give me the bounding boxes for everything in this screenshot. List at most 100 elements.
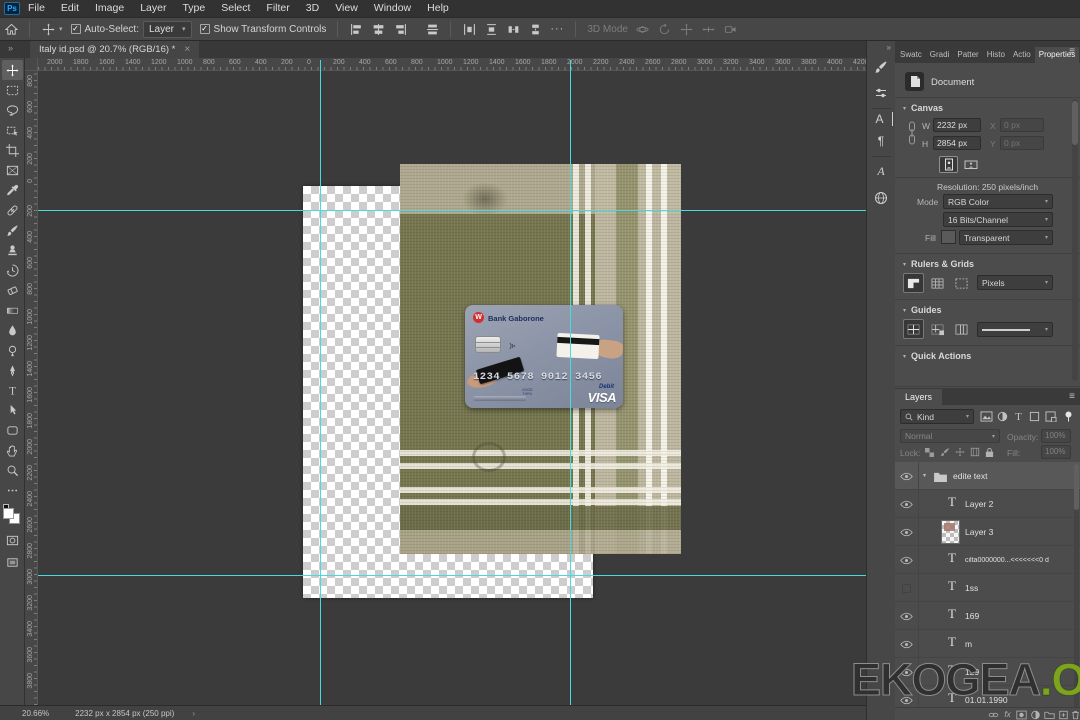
close-icon[interactable]: × xyxy=(184,44,190,55)
vertical-guide[interactable] xyxy=(320,60,321,705)
guide-style-dropdown[interactable]: ▾ xyxy=(977,322,1053,337)
screen-mode-button[interactable] xyxy=(2,552,23,572)
glyphs-panel-icon[interactable]: A xyxy=(870,160,893,183)
toggle-snap-button[interactable] xyxy=(951,273,972,293)
panel-menu-icon[interactable]: ≡ xyxy=(1069,391,1075,402)
move-tool[interactable] xyxy=(1,60,23,80)
lock-artboard-icon[interactable] xyxy=(968,445,981,459)
spot-healing-tool[interactable] xyxy=(2,200,23,220)
scrollbar-thumb[interactable] xyxy=(1072,101,1078,145)
libraries-panel-icon[interactable] xyxy=(870,186,893,209)
paragraph-panel-icon[interactable]: ¶ xyxy=(870,129,893,152)
layer-row-1[interactable]: ▾ edite text xyxy=(895,462,1080,490)
layer-row-5[interactable]: T 1ss xyxy=(895,574,1080,602)
menu-layer[interactable]: Layer xyxy=(132,0,174,17)
crop-tool[interactable] xyxy=(2,140,23,160)
tab-histo[interactable]: Histo xyxy=(983,47,1009,63)
tab-patter[interactable]: Patter xyxy=(953,47,982,63)
eraser-tool[interactable] xyxy=(2,280,23,300)
layer-effects-icon[interactable]: fx xyxy=(1001,709,1014,720)
menu-edit[interactable]: Edit xyxy=(53,0,87,17)
link-layers-icon[interactable] xyxy=(987,709,1000,720)
tab-swatc[interactable]: Swatc xyxy=(896,47,926,63)
gradient-tool[interactable] xyxy=(2,300,23,320)
tab-layers[interactable]: Layers xyxy=(895,389,943,405)
menu-select[interactable]: Select xyxy=(213,0,258,17)
toggle-grid-button[interactable] xyxy=(927,273,948,293)
new-adjustment-layer-icon[interactable] xyxy=(1029,709,1042,720)
lock-all-icon[interactable] xyxy=(983,445,996,459)
group-expand-caret-icon[interactable]: ▾ xyxy=(923,472,926,479)
path-selection-tool[interactable] xyxy=(2,400,23,420)
character-panel-icon[interactable]: A xyxy=(870,112,893,126)
auto-select-checkbox[interactable]: ✓ xyxy=(70,24,81,34)
brush-tool[interactable] xyxy=(2,220,23,240)
layer-visibility-empty[interactable] xyxy=(895,574,919,602)
align-left-icon[interactable] xyxy=(347,20,365,38)
align-center-horizontal-icon[interactable] xyxy=(369,20,387,38)
height-field[interactable]: 2854 px xyxy=(933,136,981,150)
ruler-origin-corner[interactable] xyxy=(25,58,38,71)
ruler-units-dropdown[interactable]: Pixels ▾ xyxy=(977,275,1053,290)
link-dimensions-icon[interactable] xyxy=(907,118,917,153)
layer-row-4[interactable]: Tcilta0000000...<<<<<<<0 d xyxy=(895,546,1080,574)
dodge-tool[interactable] xyxy=(2,340,23,360)
type-tool[interactable]: T xyxy=(2,380,23,400)
filter-toggle-icon[interactable] xyxy=(1061,409,1076,424)
menu-filter[interactable]: Filter xyxy=(258,0,297,17)
vertical-guide[interactable] xyxy=(570,60,571,705)
document-tab[interactable]: Italy id.psd @ 20.7% (RGB/16) * × xyxy=(30,41,200,58)
menu-3d[interactable]: 3D xyxy=(298,0,327,17)
canvas-section-header[interactable]: ▾ Canvas xyxy=(903,103,943,113)
layer-visibility-eye-icon[interactable] xyxy=(895,518,919,546)
frame-tool[interactable] xyxy=(2,160,23,180)
clone-source-panel-icon[interactable] xyxy=(870,81,893,104)
guide-layout-button[interactable] xyxy=(951,319,972,339)
zoom-level-field[interactable]: 20.66% xyxy=(22,709,49,718)
horizontal-ruler[interactable]: 2000 1800 1600 1400 1200 1000 800 600 400 200 0 200… xyxy=(38,58,866,71)
menu-type[interactable]: Type xyxy=(174,0,213,17)
fill-swatch[interactable] xyxy=(941,230,956,244)
foreground-background-swatches[interactable] xyxy=(3,504,21,524)
filter-shape-layers-icon[interactable] xyxy=(1027,409,1042,424)
rectangle-tool[interactable] xyxy=(2,420,23,440)
clone-stamp-tool[interactable] xyxy=(2,240,23,260)
status-options-chevron-icon[interactable]: › xyxy=(192,709,195,718)
orientation-landscape-button[interactable] xyxy=(961,156,980,173)
menu-file[interactable]: File xyxy=(20,0,53,17)
zoom-tool[interactable] xyxy=(2,460,23,480)
pen-tool[interactable] xyxy=(2,360,23,380)
guides-section-header[interactable]: ▾ Guides xyxy=(903,305,942,315)
auto-select-target-dropdown[interactable]: Layer ▾ xyxy=(143,20,192,38)
layer-row-3[interactable]: Layer 3 xyxy=(895,518,1080,546)
move-tool-icon[interactable] xyxy=(39,20,57,38)
align-right-icon[interactable] xyxy=(391,20,409,38)
layer-row-2[interactable]: T Layer 2 xyxy=(895,490,1080,518)
brush-settings-panel-icon[interactable] xyxy=(870,55,893,78)
blur-tool[interactable] xyxy=(2,320,23,340)
horizontal-guide[interactable] xyxy=(38,210,866,211)
lock-transparency-icon[interactable] xyxy=(923,445,936,459)
menu-view[interactable]: View xyxy=(327,0,366,17)
panel-menu-icon[interactable]: ≡ xyxy=(1069,46,1075,57)
toggle-rulers-button[interactable] xyxy=(903,273,924,293)
lock-pixels-icon[interactable] xyxy=(938,445,951,459)
more-options-icon[interactable]: ··· xyxy=(550,23,564,35)
show-transform-checkbox[interactable]: ✓ xyxy=(199,24,210,34)
edit-toolbar-tool[interactable] xyxy=(2,480,23,500)
hand-tool[interactable] xyxy=(2,440,23,460)
layer-visibility-eye-icon[interactable] xyxy=(895,546,919,574)
rulers-grids-section-header[interactable]: ▾ Rulers & Grids xyxy=(903,259,974,269)
collapse-panels-icon[interactable]: » xyxy=(8,43,13,53)
lock-position-icon[interactable] xyxy=(953,445,966,459)
new-group-icon[interactable] xyxy=(1043,709,1056,720)
quick-actions-section-header[interactable]: ▾ Quick Actions xyxy=(903,351,971,361)
bit-depth-dropdown[interactable]: 16 Bits/Channel ▾ xyxy=(943,212,1053,227)
tab-actio[interactable]: Actio xyxy=(1009,47,1035,63)
toggle-guides-button[interactable] xyxy=(903,319,924,339)
add-layer-mask-icon[interactable] xyxy=(1015,709,1028,720)
tool-preset-caret-icon[interactable]: ▾ xyxy=(59,25,63,33)
distribute-vertical-icon[interactable] xyxy=(482,20,500,38)
orientation-portrait-button[interactable] xyxy=(939,156,958,173)
menu-help[interactable]: Help xyxy=(419,0,457,17)
